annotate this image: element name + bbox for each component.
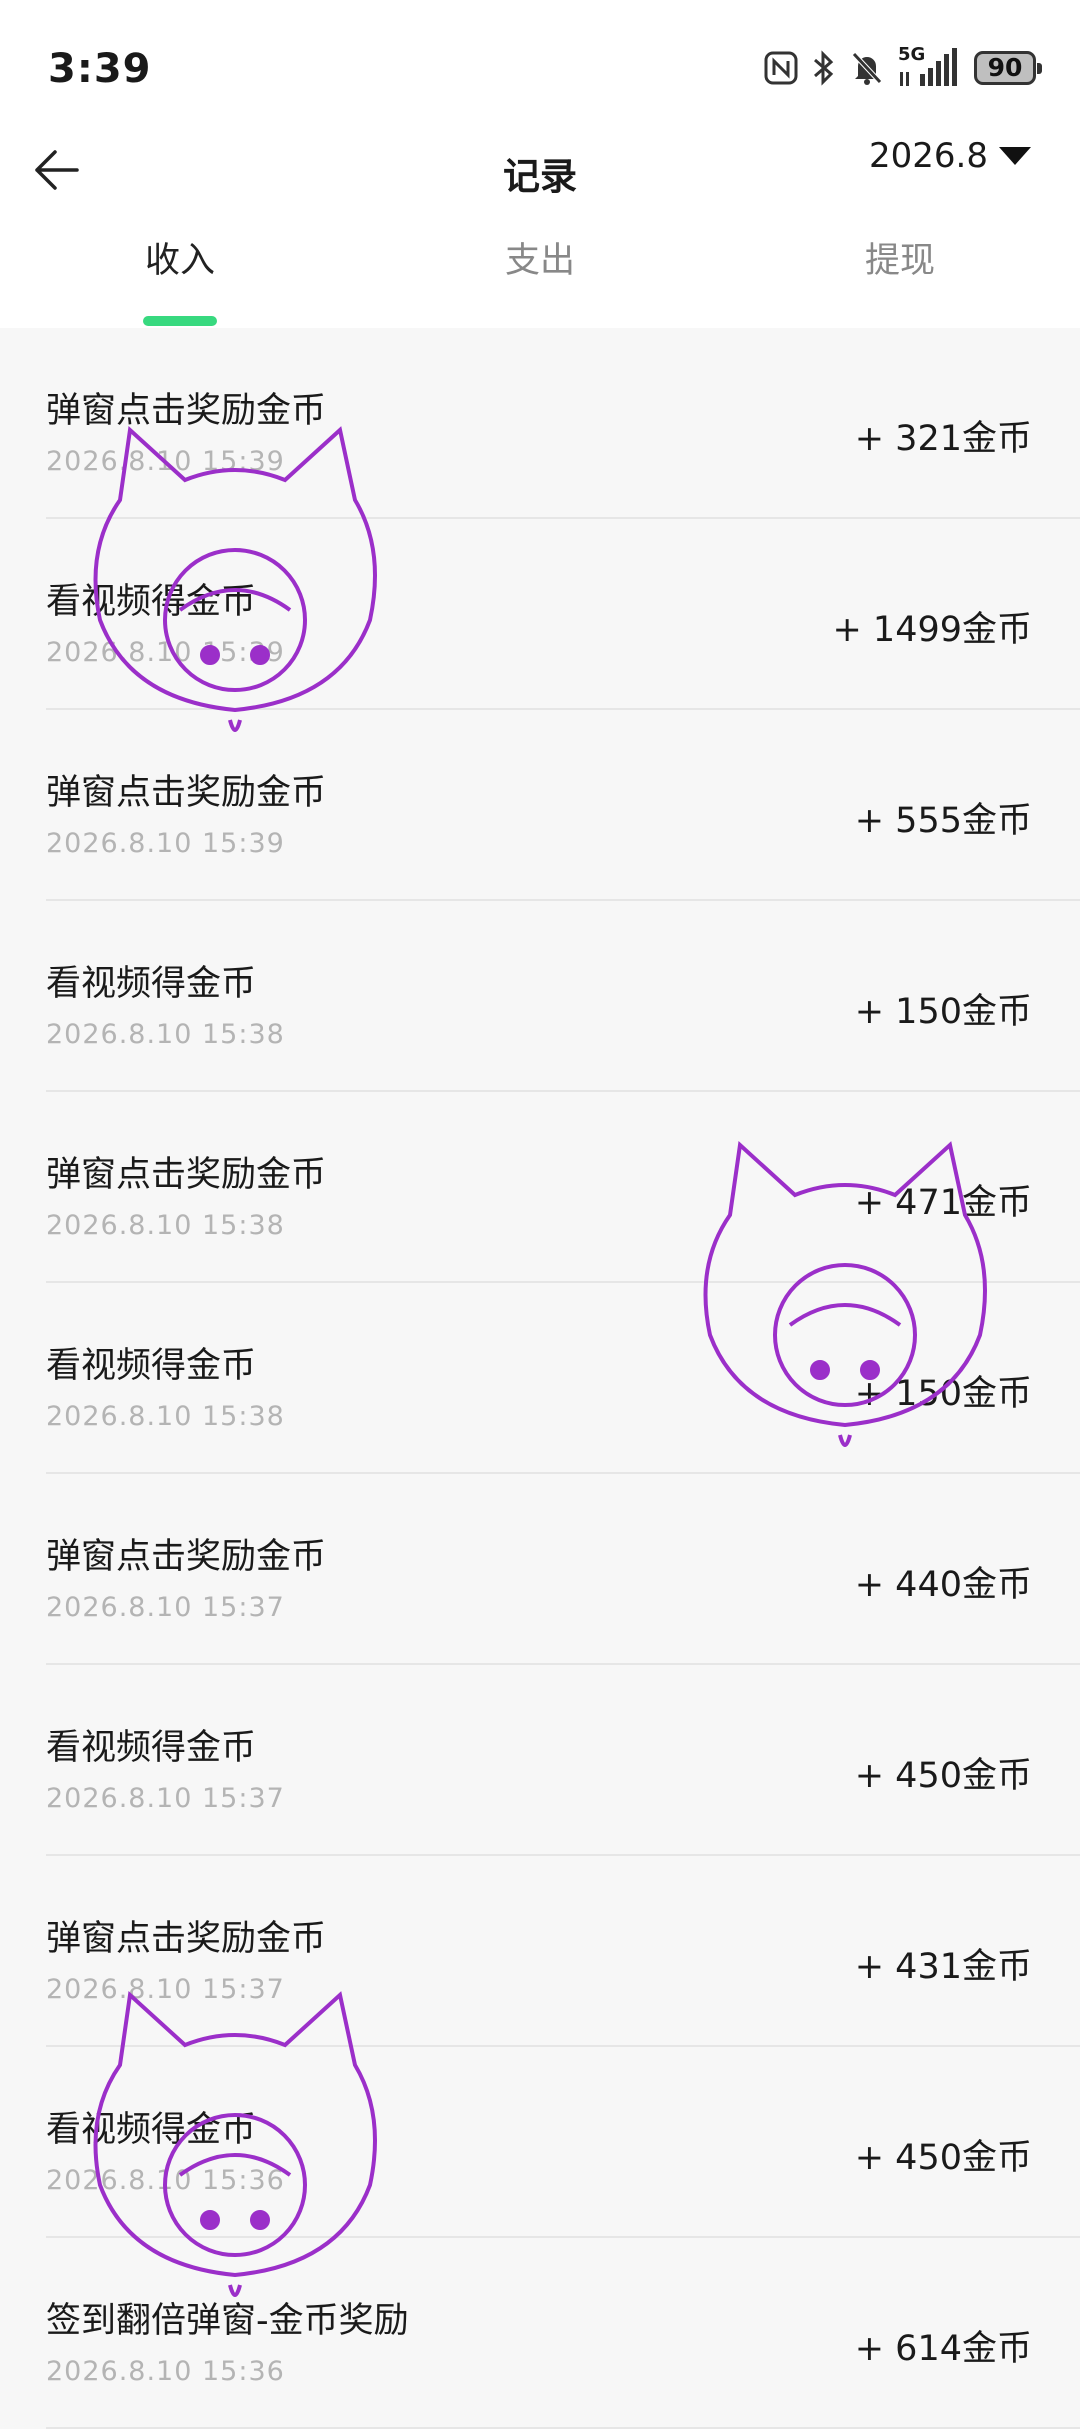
status-icons: 5G 90 [764, 44, 1042, 90]
record-row: 看视频得金币 2026.8.10 15:39 + 1499金币 [0, 519, 1080, 710]
record-amount: + 450金币 [854, 2138, 1032, 2178]
record-amount: + 471金币 [854, 1183, 1032, 1223]
record-amount: + 440金币 [854, 1565, 1032, 1605]
record-amount: + 150金币 [854, 1374, 1032, 1414]
tab-withdraw[interactable]: 提现 [800, 232, 1000, 283]
record-name: 看视频得金币 [46, 582, 257, 622]
record-row: 弹窗点击奖励金币 2026.8.10 15:39 + 321金币 [0, 328, 1080, 519]
status-time: 3:39 [48, 46, 152, 92]
record-name: 看视频得金币 [46, 2110, 257, 2150]
record-time: 2026.8.10 15:39 [46, 446, 285, 477]
record-time: 2026.8.10 15:39 [46, 637, 285, 668]
record-row: 看视频得金币 2026.8.10 15:37 + 450金币 [0, 1665, 1080, 1856]
record-name: 弹窗点击奖励金币 [46, 391, 327, 431]
record-time: 2026.8.10 15:38 [46, 1210, 285, 1241]
record-time: 2026.8.10 15:37 [46, 1592, 285, 1623]
active-tab-indicator [143, 316, 217, 326]
record-name: 签到翻倍弹窗-金币奖励 [46, 2301, 409, 2341]
record-row: 弹窗点击奖励金币 2026.8.10 15:37 + 431金币 [0, 1856, 1080, 2047]
record-name: 看视频得金币 [46, 1728, 257, 1768]
month-label: 2026.8 [869, 136, 988, 176]
tab-income[interactable]: 收入 [80, 232, 280, 283]
record-name: 看视频得金币 [46, 964, 257, 1004]
record-list: 弹窗点击奖励金币 2026.8.10 15:39 + 321金币看视频得金币 2026… [0, 328, 1080, 2429]
record-name: 弹窗点击奖励金币 [46, 1919, 327, 1959]
tab-bar: 收入 支出 提现 [0, 232, 1080, 328]
record-time: 2026.8.10 15:36 [46, 2165, 285, 2196]
record-amount: + 450金币 [854, 1756, 1032, 1796]
caret-down-icon [999, 147, 1031, 165]
record-row: 弹窗点击奖励金币 2026.8.10 15:37 + 440金币 [0, 1474, 1080, 1665]
record-name: 弹窗点击奖励金币 [46, 1537, 327, 1577]
record-time: 2026.8.10 15:38 [46, 1019, 285, 1050]
bluetooth-icon [812, 50, 836, 86]
record-amount: + 614金币 [854, 2329, 1032, 2369]
record-row: 看视频得金币 2026.8.10 15:38 + 150金币 [0, 1283, 1080, 1474]
battery-level: 90 [987, 53, 1023, 82]
record-amount: + 431金币 [854, 1947, 1032, 1987]
record-amount: + 1499金币 [832, 610, 1032, 650]
record-time: 2026.8.10 15:36 [46, 2356, 285, 2387]
month-selector[interactable]: 2026.8 [869, 136, 1032, 176]
record-time: 2026.8.10 15:39 [46, 828, 285, 859]
record-name: 看视频得金币 [46, 1346, 257, 1386]
record-row: 看视频得金币 2026.8.10 15:38 + 150金币 [0, 901, 1080, 1092]
battery-icon: 90 [974, 51, 1042, 85]
signal-5g-icon: 5G [898, 44, 960, 88]
record-time: 2026.8.10 15:37 [46, 1783, 285, 1814]
top-bar-area: 3:39 5G 90 记录 2026.8 收入 支出 提现 [0, 0, 1080, 328]
record-amount: + 321金币 [854, 419, 1032, 459]
record-name: 弹窗点击奖励金币 [46, 773, 327, 813]
record-row: 弹窗点击奖励金币 2026.8.10 15:38 + 471金币 [0, 1092, 1080, 1283]
record-row: 看视频得金币 2026.8.10 15:36 + 450金币 [0, 2047, 1080, 2238]
mute-bell-icon [850, 50, 884, 86]
header: 记录 2026.8 [0, 130, 1080, 240]
tab-expense[interactable]: 支出 [440, 232, 640, 283]
record-time: 2026.8.10 15:37 [46, 1974, 285, 2005]
record-name: 弹窗点击奖励金币 [46, 1155, 327, 1195]
record-time: 2026.8.10 15:38 [46, 1401, 285, 1432]
record-amount: + 150金币 [854, 992, 1032, 1032]
nfc-icon [764, 51, 798, 85]
record-amount: + 555金币 [854, 801, 1032, 841]
record-row: 弹窗点击奖励金币 2026.8.10 15:39 + 555金币 [0, 710, 1080, 901]
status-bar: 3:39 5G 90 [0, 0, 1080, 130]
record-row: 签到翻倍弹窗-金币奖励 2026.8.10 15:36 + 614金币 [0, 2238, 1080, 2429]
